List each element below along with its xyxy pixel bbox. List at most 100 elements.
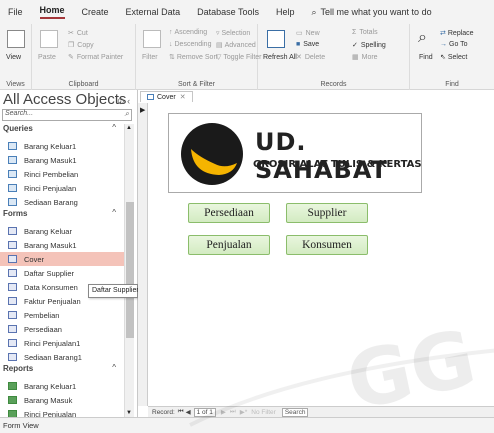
- last-record-icon[interactable]: ⏭: [230, 408, 236, 416]
- tab-cover[interactable]: Cover ✕: [140, 91, 193, 102]
- records-group: Refresh All ▭ New ■ Save ✕ Delete Σ Totals ✓…: [258, 24, 410, 90]
- nav-item-persediaan[interactable]: Persediaan: [0, 322, 124, 336]
- delete-button[interactable]: ✕ Delete: [296, 53, 326, 62]
- nav-item-rinci-penjualan[interactable]: Rinci Penjualan: [0, 181, 124, 195]
- spelling-button[interactable]: ✓ Spelling: [352, 41, 386, 50]
- tell-me-box[interactable]: ⌕ Tell me what you want to do: [311, 7, 448, 18]
- prev-record-icon[interactable]: ◀: [186, 408, 191, 416]
- nav-item-pembelian[interactable]: Pembelian: [0, 308, 124, 322]
- no-filter-button[interactable]: No Filter: [251, 409, 276, 416]
- toggle-filter-icon: ▽: [216, 54, 222, 61]
- nav-section-queries[interactable]: Queries ^: [0, 123, 124, 135]
- shutter-bar-icon[interactable]: ‹: [127, 96, 130, 106]
- form-icon: [8, 241, 17, 249]
- first-record-icon[interactable]: ⏮: [178, 408, 184, 416]
- close-icon[interactable]: ✕: [180, 93, 186, 101]
- views-group-label: Views: [6, 81, 25, 88]
- nav-item-rinci-pembelian[interactable]: Rinci Pembelian: [0, 167, 124, 181]
- menu-home[interactable]: Home: [39, 5, 65, 19]
- nav-item-sediaan-barang1[interactable]: Sediaan Barang1: [0, 350, 124, 364]
- save-button[interactable]: ■ Save: [296, 41, 319, 48]
- sort-asc-icon: ↑: [169, 29, 173, 36]
- chevron-up-icon[interactable]: ^: [112, 208, 116, 217]
- supplier-button[interactable]: Supplier: [286, 203, 368, 223]
- menu-database-tools[interactable]: Database Tools: [197, 7, 259, 17]
- ribbon: View Views Paste ✂ Cut ❐ Copy ✎ Format Pain…: [0, 24, 494, 90]
- record-search-input[interactable]: Search: [281, 407, 309, 417]
- form-icon: [8, 353, 17, 361]
- nav-item-label: Sediaan Barang: [24, 197, 78, 207]
- chevron-up-icon[interactable]: ^: [112, 123, 116, 132]
- record-position-input[interactable]: 1 of 1: [193, 407, 216, 417]
- nav-scrollbar[interactable]: ▲ ▼: [124, 124, 134, 417]
- clipboard-group: Paste ✂ Cut ❐ Copy ✎ Format Painter Clipboa…: [32, 24, 136, 90]
- nav-item-daftar-supplier[interactable]: Daftar Supplier: [0, 266, 124, 280]
- ascending-button[interactable]: ↑ Ascending: [169, 29, 207, 36]
- nav-item-label: Barang Keluar1: [24, 381, 77, 391]
- select-button[interactable]: ⇖ Select: [440, 53, 467, 62]
- nav-item-label: Pembelian: [24, 310, 60, 320]
- search-icon: ⌕: [124, 109, 129, 118]
- scroll-up-icon[interactable]: ▲: [126, 125, 132, 131]
- konsumen-button[interactable]: Konsumen: [286, 235, 368, 255]
- report-icon: [8, 382, 17, 390]
- menu-external-data[interactable]: External Data: [126, 7, 181, 17]
- advanced-button[interactable]: ▤ Advanced: [216, 41, 256, 50]
- persediaan-button[interactable]: Persediaan: [188, 203, 270, 223]
- replace-button[interactable]: ⇄ Replace: [440, 29, 474, 38]
- nav-item-label: Cover: [24, 254, 45, 264]
- new-icon: ▭: [296, 30, 303, 37]
- form-icon: [8, 255, 17, 263]
- cut-button[interactable]: ✂ Cut: [68, 29, 88, 38]
- nav-title[interactable]: All Access Objects: [3, 91, 126, 108]
- delete-label: Delete: [304, 53, 326, 61]
- cursor-icon: ⇖: [440, 54, 446, 61]
- nav-search-input[interactable]: Search... ⌕: [2, 109, 132, 121]
- penjualan-button[interactable]: Penjualan: [188, 235, 270, 255]
- menu-help[interactable]: Help: [276, 7, 295, 17]
- new-record-button[interactable]: ▭ New: [296, 29, 320, 38]
- format-painter-button[interactable]: ✎ Format Painter: [68, 53, 123, 62]
- view-button[interactable]: View: [6, 54, 21, 61]
- nav-item-cover[interactable]: Cover: [0, 252, 124, 266]
- menu-create[interactable]: Create: [82, 7, 109, 17]
- form-canvas: UD. SAHABAT GROSIR ALAT TULIS & KERTAS P…: [148, 103, 494, 406]
- nav-item-barang-keluar1[interactable]: Barang Keluar1: [0, 379, 124, 393]
- more-label: More: [361, 53, 378, 61]
- descending-button[interactable]: ↓ Descending: [169, 41, 211, 48]
- nav-item-barang-masuk[interactable]: Barang Masuk: [0, 393, 124, 407]
- nav-item-barang-keluar1[interactable]: Barang Keluar1: [0, 139, 124, 153]
- go-to-button[interactable]: → Go To: [440, 41, 468, 48]
- refresh-all-button[interactable]: Refresh All: [263, 54, 297, 61]
- totals-button[interactable]: Σ Totals: [352, 29, 378, 36]
- next-record-icon[interactable]: ▶: [221, 408, 226, 416]
- chevron-down-icon[interactable]: ⊙: [117, 96, 125, 106]
- nav-item-sediaan-barang[interactable]: Sediaan Barang: [0, 195, 124, 209]
- record-selector[interactable]: ▶: [138, 103, 148, 406]
- scroll-down-icon[interactable]: ▼: [126, 410, 132, 416]
- nav-scroll-thumb[interactable]: [126, 202, 134, 338]
- nav-section-forms[interactable]: Forms ^: [0, 208, 124, 220]
- copy-button[interactable]: ❐ Copy: [68, 41, 94, 50]
- selection-button[interactable]: ▿ Selection: [216, 29, 250, 38]
- nav-item-barang-masuk1[interactable]: Barang Masuk1: [0, 153, 124, 167]
- nav-section-reports[interactable]: Reports ^: [0, 363, 124, 375]
- more-button[interactable]: ▦ More: [352, 53, 378, 62]
- menu-bar: File Home Create External Data Database …: [0, 0, 494, 24]
- paste-button[interactable]: Paste: [38, 54, 56, 61]
- arrow-right-icon: →: [440, 41, 447, 48]
- clipboard-group-label: Clipboard: [68, 81, 99, 88]
- nav-item-label: Persediaan: [24, 324, 62, 334]
- find-button[interactable]: Find: [419, 54, 433, 61]
- nav-item-barang-keluar[interactable]: Barang Keluar: [0, 224, 124, 238]
- nav-item-barang-masuk1[interactable]: Barang Masuk1: [0, 238, 124, 252]
- remove-sort-button[interactable]: ⇅ Remove Sort: [169, 53, 218, 62]
- nav-item-rinci-penjualan1[interactable]: Rinci Penjualan1: [0, 336, 124, 350]
- navigation-pane: All Access Objects ⊙ ‹ Search... ⌕ Querie…: [0, 90, 138, 419]
- brush-icon: ✎: [68, 54, 74, 61]
- toggle-filter-button[interactable]: ▽ Toggle Filter: [216, 53, 262, 62]
- filter-button[interactable]: Filter: [142, 54, 158, 61]
- menu-file[interactable]: File: [8, 7, 23, 17]
- new-record-icon[interactable]: ▶*: [240, 408, 248, 416]
- chevron-up-icon[interactable]: ^: [112, 363, 116, 372]
